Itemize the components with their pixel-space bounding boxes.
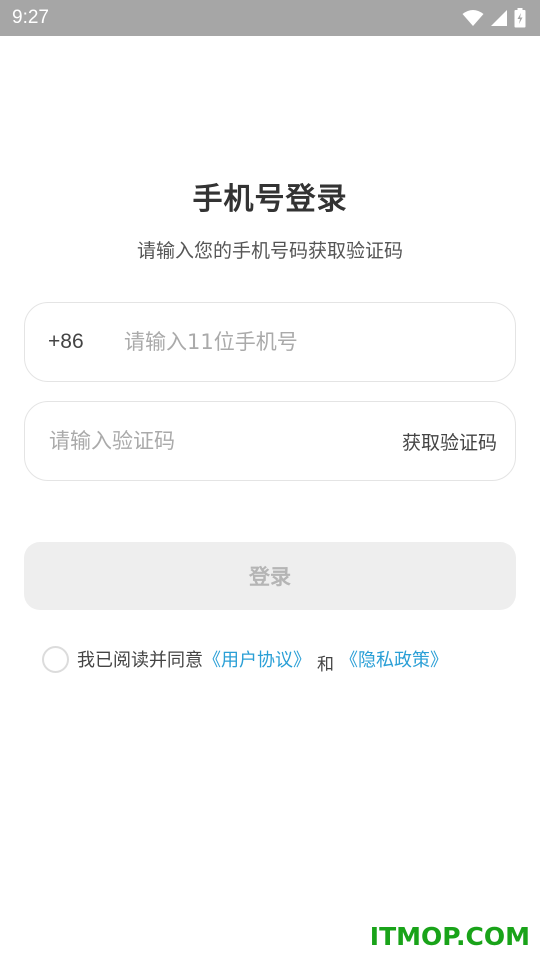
agreement-prefix: 我已阅读并同意: [77, 650, 203, 671]
phone-input[interactable]: [124, 303, 515, 381]
phone-field: +86: [24, 302, 516, 382]
get-code-button[interactable]: 获取验证码: [402, 428, 497, 455]
page-subtitle: 请输入您的手机号码获取验证码: [136, 240, 403, 262]
privacy-policy-link[interactable]: 《隐私政策》: [340, 646, 448, 672]
wifi-icon: [462, 10, 484, 26]
agreement-row: 我已阅读并同意 《用户协议》 和 《隐私政策》: [42, 644, 448, 675]
signal-icon: [491, 10, 507, 26]
code-field: 获取验证码: [24, 401, 516, 481]
status-time: 9:27: [12, 7, 49, 28]
status-bar: 9:27: [0, 0, 540, 36]
battery-charging-icon: [514, 8, 526, 28]
verification-code-input[interactable]: [49, 402, 402, 480]
page-title: 手机号登录: [192, 182, 348, 217]
status-icons: [462, 8, 526, 28]
watermark: ITMOP.COM: [369, 922, 530, 951]
agreement-and: 和: [317, 654, 334, 675]
country-code[interactable]: +86: [48, 330, 124, 354]
user-agreement-link[interactable]: 《用户协议》: [203, 646, 311, 672]
agree-checkbox[interactable]: [42, 645, 69, 673]
login-button[interactable]: 登录: [24, 542, 516, 610]
